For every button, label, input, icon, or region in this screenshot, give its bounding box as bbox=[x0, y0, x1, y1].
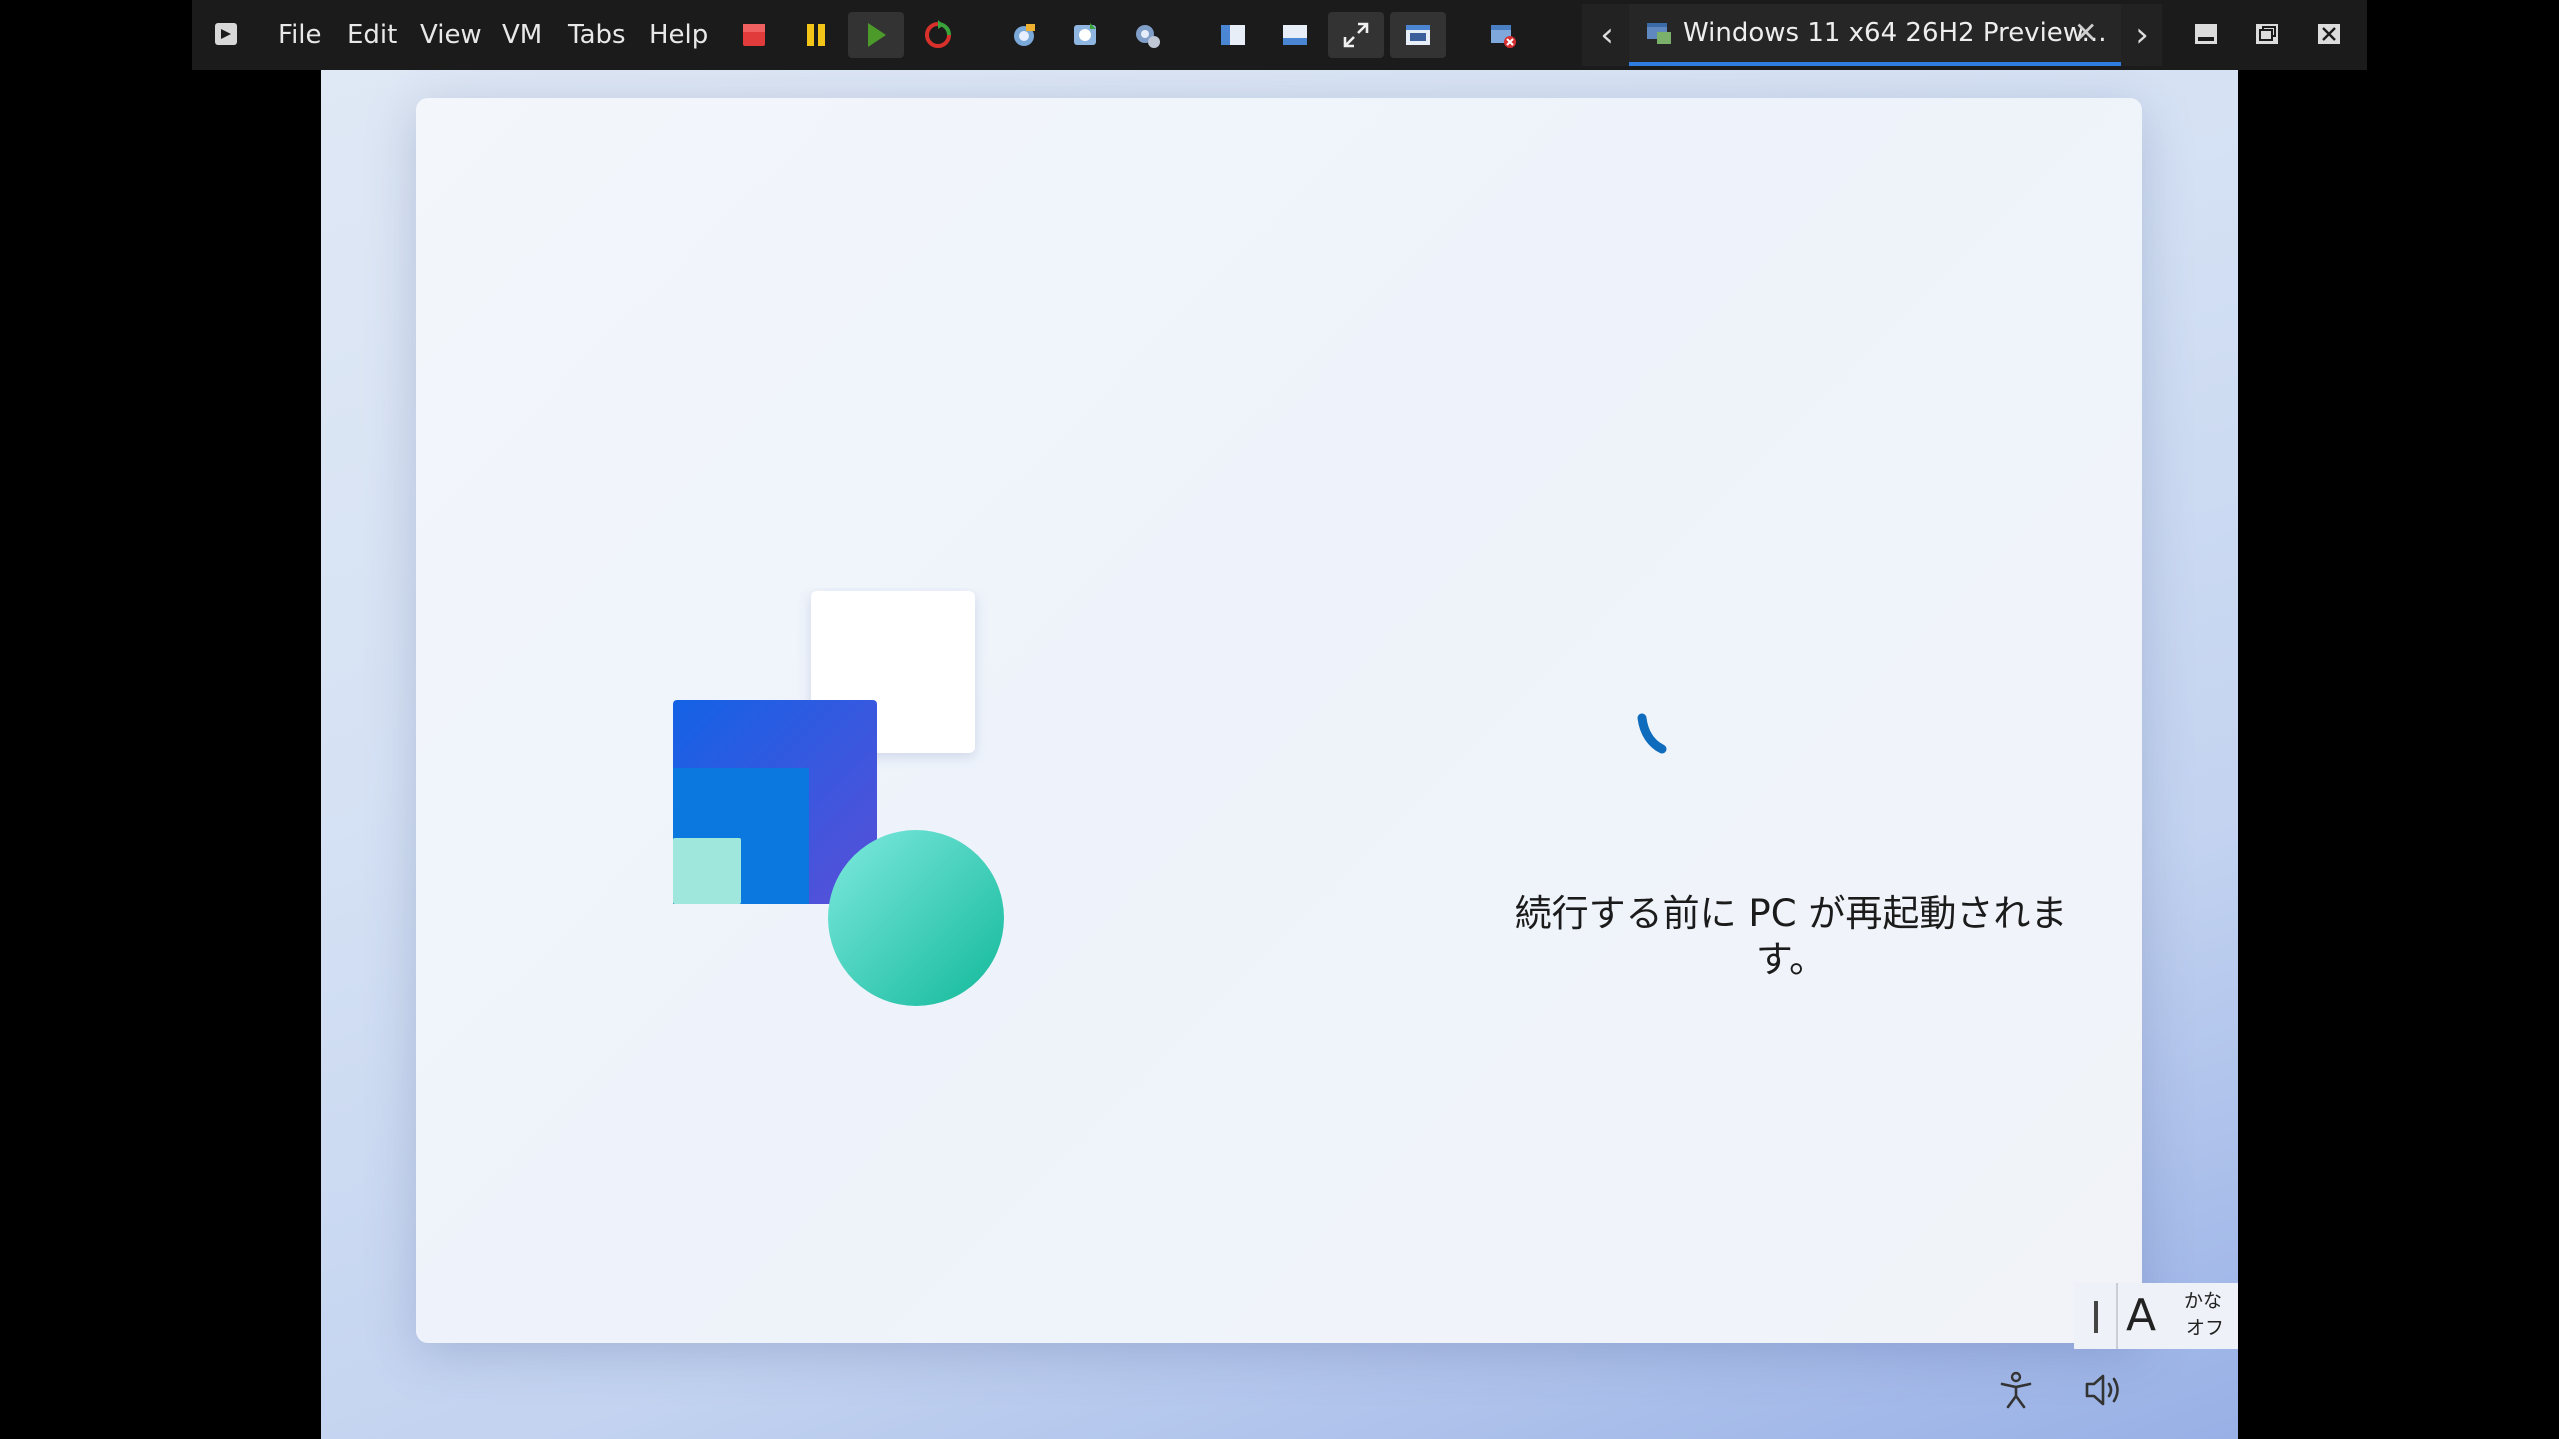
snapshot-take-icon[interactable] bbox=[996, 12, 1052, 58]
ime-indicator[interactable]: A かな オフ bbox=[2074, 1283, 2238, 1349]
tab-close-icon[interactable]: ✕ bbox=[2074, 15, 2097, 51]
vmware-toolbar: File Edit View VM Tabs Help ‹ Windows 11… bbox=[192, 0, 2367, 70]
tab-title: Windows 11 x64 26H2 Preview... bbox=[1683, 18, 2107, 48]
ime-kana-state[interactable]: オフ bbox=[2186, 1316, 2224, 1340]
accessibility-icon[interactable] bbox=[1996, 1370, 2036, 1414]
snapshot-manager-icon[interactable] bbox=[1119, 12, 1175, 58]
vm-tab-icon bbox=[1645, 20, 1673, 50]
loading-spinner-icon bbox=[1626, 708, 1696, 782]
fullscreen-icon[interactable] bbox=[1328, 12, 1384, 58]
unity-icon[interactable] bbox=[1390, 12, 1446, 58]
volume-icon[interactable] bbox=[2083, 1370, 2127, 1414]
menu-file[interactable]: File bbox=[278, 14, 322, 56]
console-view-icon[interactable] bbox=[1205, 12, 1261, 58]
snapshot-revert-icon[interactable] bbox=[1057, 12, 1113, 58]
menu-vm[interactable]: VM bbox=[502, 14, 542, 56]
menu-tabs[interactable]: Tabs bbox=[568, 14, 626, 56]
oobe-card: 続行する前に PC が再起動されます。 bbox=[416, 98, 2142, 1343]
tab-scroll-left-button[interactable]: ‹ bbox=[1587, 12, 1627, 58]
restart-status-text: 続行する前に PC が再起動されます。 bbox=[1514, 892, 2068, 981]
menu-view[interactable]: View bbox=[420, 14, 482, 56]
power-on-icon[interactable] bbox=[848, 12, 904, 58]
power-off-icon[interactable] bbox=[726, 12, 782, 58]
ime-kana-label[interactable]: かな bbox=[2184, 1289, 2222, 1313]
thumbnail-view-icon[interactable] bbox=[1267, 12, 1323, 58]
ime-divider bbox=[2094, 1301, 2098, 1333]
reset-icon[interactable] bbox=[910, 12, 966, 58]
library-close-icon[interactable] bbox=[1475, 12, 1531, 58]
menu-help[interactable]: Help bbox=[649, 14, 708, 56]
restore-window-icon[interactable] bbox=[2253, 20, 2281, 52]
suspend-icon[interactable] bbox=[788, 12, 844, 58]
oobe-illustration bbox=[661, 588, 1021, 1038]
ime-divider-line bbox=[2116, 1283, 2118, 1349]
tab-scroll-right-button[interactable]: › bbox=[2122, 12, 2162, 58]
menu-edit[interactable]: Edit bbox=[347, 14, 397, 56]
minimize-window-icon[interactable] bbox=[2192, 20, 2220, 52]
app-menu-icon[interactable] bbox=[212, 18, 242, 50]
vm-guest-screen[interactable]: 続行する前に PC が再起動されます。 A かな オフ bbox=[321, 70, 2238, 1439]
ime-mode-letter[interactable]: A bbox=[2126, 1291, 2156, 1341]
close-window-icon[interactable] bbox=[2315, 20, 2343, 52]
tab-windows-11[interactable]: Windows 11 x64 26H2 Preview... ✕ bbox=[1629, 4, 2121, 66]
